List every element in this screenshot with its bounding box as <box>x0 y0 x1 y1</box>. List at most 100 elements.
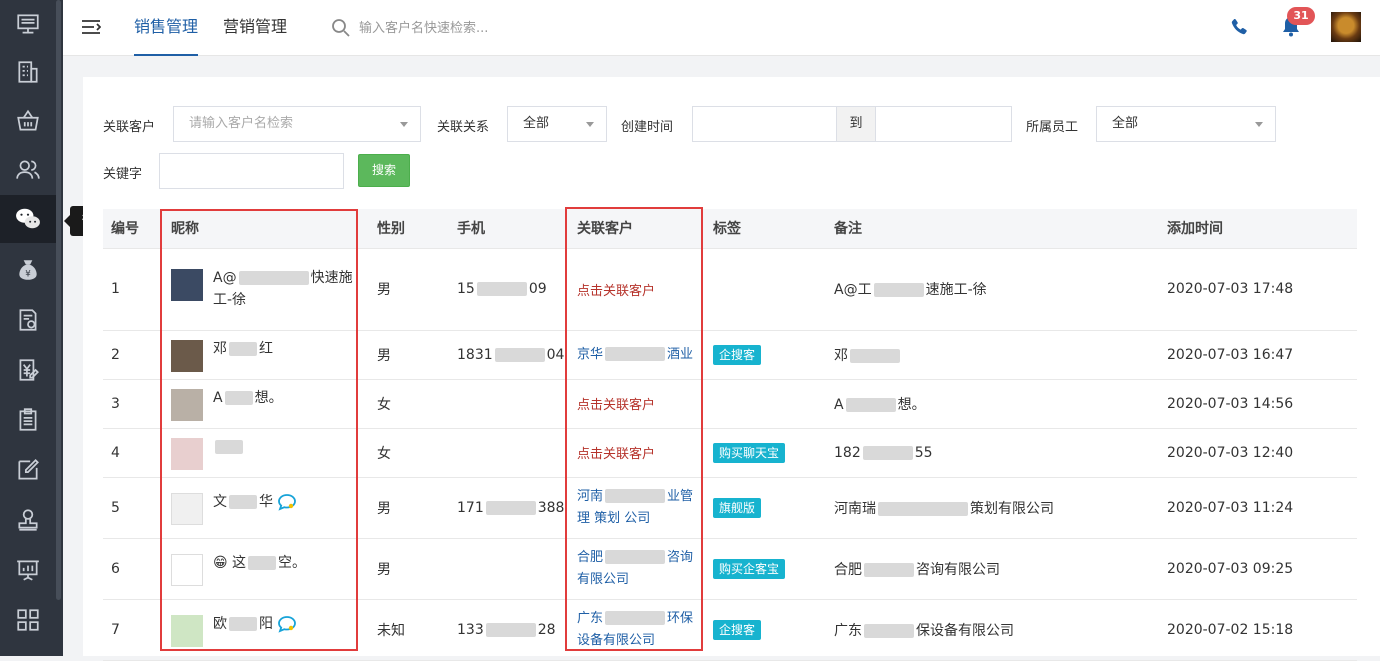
customer-highlight-box <box>565 207 703 651</box>
sidebar-scrollbar[interactable] <box>56 0 61 600</box>
row-number: 5 <box>103 477 163 539</box>
added-time-cell: 2020-07-03 11:24 <box>1159 477 1357 539</box>
users-icon <box>16 160 40 179</box>
gender-cell: 男 <box>369 330 449 380</box>
tag-cell <box>705 248 826 331</box>
remark-part: A <box>834 396 844 413</box>
filter-employee-select[interactable]: 全部 <box>1096 106 1276 142</box>
remark-cell: 河南瑞 策划有限公司 <box>826 477 1159 539</box>
remark-part: 保设备有限公司 <box>916 622 1014 639</box>
redacted-blur <box>476 282 527 296</box>
col-gender: 性别 <box>369 209 449 249</box>
remark-cell: 广东 保设备有限公司 <box>826 599 1159 661</box>
phone-cell <box>449 379 569 429</box>
phone-icon[interactable] <box>1228 16 1250 38</box>
chevron-down-icon <box>400 122 408 127</box>
svg-text:¥: ¥ <box>25 270 31 280</box>
remark-part: 合肥 <box>834 561 862 578</box>
sidebar-item-money-bag[interactable]: ¥ <box>0 246 56 294</box>
phone-part: 171 <box>457 499 484 516</box>
sidebar-item-apps[interactable] <box>0 596 56 644</box>
sidebar-item-monitor[interactable] <box>0 0 56 48</box>
sidebar-item-building[interactable] <box>0 48 56 96</box>
clipboard-icon <box>19 408 37 431</box>
filter-customer-placeholder: 请输入客户名检索 <box>189 116 294 131</box>
sidebar-item-edit[interactable] <box>0 446 56 494</box>
redacted-blur <box>862 445 913 460</box>
filter-customer-label: 关联客户 <box>103 120 156 135</box>
redacted-blur <box>873 283 924 297</box>
sidebar-item-basket[interactable] <box>0 97 56 145</box>
remark-part: 广东 <box>834 622 862 639</box>
sidebar-item-invoice[interactable] <box>0 346 56 394</box>
phone-cell: 133 28 <box>449 599 569 661</box>
chevron-down-icon <box>586 122 594 127</box>
phone-part: 15 <box>457 281 475 297</box>
remark-part: A@工 <box>834 282 872 298</box>
remark-part: 策划有限公司 <box>970 500 1054 517</box>
notification-badge: 31 <box>1287 7 1315 25</box>
wechat-icon <box>16 208 40 229</box>
created-end-input[interactable] <box>875 106 1012 142</box>
phone-part: 388 <box>537 499 565 516</box>
phone-cell: 15 09 <box>449 248 569 331</box>
redacted-blur <box>485 622 536 637</box>
sidebar-item-users[interactable] <box>0 146 56 194</box>
monitor-icon <box>17 14 39 34</box>
tag-cell: 旗舰版 <box>705 477 826 539</box>
search-button[interactable]: 搜索 <box>358 154 410 187</box>
filter-relation-select[interactable]: 全部 <box>507 106 607 142</box>
sidebar-item-clipboard[interactable] <box>0 396 56 444</box>
phone-part: 28 <box>537 621 556 638</box>
presentation-icon <box>17 560 39 581</box>
keyword-input[interactable] <box>159 153 344 189</box>
added-time-cell: 2020-07-03 17:48 <box>1159 248 1357 331</box>
tag-cell: 购买企客宝 <box>705 538 826 600</box>
tag-badge: 企搜客 <box>713 619 762 640</box>
user-avatar[interactable] <box>1331 12 1361 42</box>
tag-badge: 购买聊天宝 <box>713 442 786 463</box>
remark-cell: 邓 <box>826 330 1159 380</box>
gender-cell: 未知 <box>369 599 449 661</box>
redacted-blur <box>878 501 968 516</box>
sidebar-item-presentation[interactable] <box>0 546 56 594</box>
main-panel: 关联客户 请输入客户名检索 关联关系 全部 创建时间 到 所属员工 全部 关键字… <box>83 77 1380 661</box>
sidebar-item-wechat[interactable] <box>0 195 56 243</box>
redacted-blur <box>864 623 914 638</box>
phone-cell: 171 388 <box>449 477 569 539</box>
top-bar: 销售管理 营销管理 31 <box>63 0 1380 56</box>
basket-icon <box>17 109 39 131</box>
sidebar-item-stamp[interactable] <box>0 496 56 544</box>
gender-cell: 男 <box>369 538 449 600</box>
search-icon <box>332 19 350 37</box>
tab-marketing-management[interactable]: 营销管理 <box>223 0 287 56</box>
remark-cell: 合肥 咨询有限公司 <box>826 538 1159 600</box>
tag-badge: 旗舰版 <box>713 497 762 518</box>
row-number: 3 <box>103 379 163 429</box>
remark-part: 55 <box>914 444 933 461</box>
menu-toggle-icon[interactable] <box>81 17 101 37</box>
added-time-cell: 2020-07-03 09:25 <box>1159 538 1357 600</box>
gender-cell: 女 <box>369 428 449 478</box>
col-no: 编号 <box>103 209 163 249</box>
tab-sales-management[interactable]: 销售管理 <box>134 0 199 56</box>
sidebar-item-certificate[interactable] <box>0 296 56 344</box>
filter-relation-value: 全部 <box>523 116 550 131</box>
certificate-icon <box>19 309 37 331</box>
customer-search-input[interactable] <box>359 16 579 40</box>
phone-part: 133 <box>457 621 484 638</box>
filter-created-label: 创建时间 <box>621 120 674 135</box>
building-icon <box>18 61 38 83</box>
gender-cell: 男 <box>369 248 449 331</box>
filter-employee-label: 所属员工 <box>1026 120 1079 135</box>
edit-icon <box>18 459 39 480</box>
filter-employee-value: 全部 <box>1112 116 1139 131</box>
row-number: 2 <box>103 330 163 380</box>
filter-customer-select[interactable]: 请输入客户名检索 <box>173 106 421 142</box>
added-time-cell: 2020-07-03 16:47 <box>1159 330 1357 380</box>
created-start-input[interactable] <box>692 106 837 142</box>
nickname-highlight-box <box>160 209 358 651</box>
phone-cell <box>449 428 569 478</box>
phone-cell: 1831 04 <box>449 330 569 380</box>
remark-part: 邓 <box>834 347 848 364</box>
